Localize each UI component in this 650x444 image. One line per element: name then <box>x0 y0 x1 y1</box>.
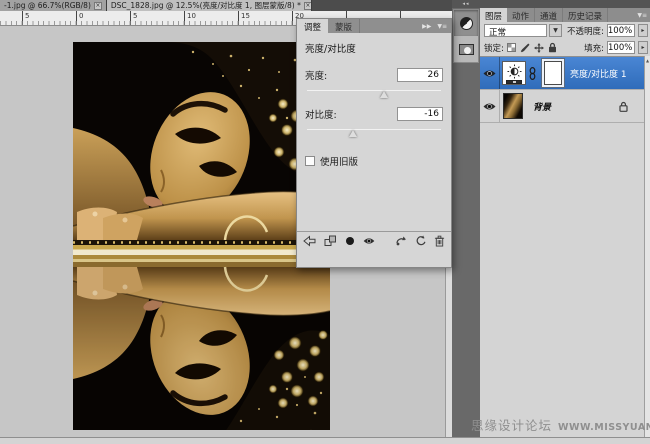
panel-menu-icon[interactable]: ▼≡ <box>637 12 647 19</box>
use-legacy-label: 使用旧版 <box>320 157 359 168</box>
adjustment-title: 亮度/对比度 <box>305 44 356 55</box>
eye-icon <box>483 70 496 76</box>
masks-icon <box>458 43 474 55</box>
document-tab-1[interactable]: -1.jpg @ 66.7%(RGB/8) × <box>0 0 107 11</box>
layer-name[interactable]: 亮度/对比度 1 <box>570 67 627 80</box>
tab-masks[interactable]: 蒙版 <box>328 19 361 33</box>
delete-adjustment-icon[interactable] <box>434 235 445 247</box>
panel-menu-icon[interactable]: ▼≡ <box>437 23 447 30</box>
tab-history[interactable]: 历史记录 <box>563 8 609 22</box>
layers-panel: 图层 动作 通道 历史记录 ▼≡ 正常 ▼ 不透明度: 100% ▸ 锁定: 填… <box>480 0 650 437</box>
visibility-toggle[interactable] <box>480 57 500 89</box>
blend-mode-select[interactable]: 正常 <box>484 24 547 38</box>
ruler-label: 5 <box>133 12 138 20</box>
close-icon[interactable]: × <box>93 1 102 10</box>
brightness-slider-track <box>307 90 441 91</box>
contrast-label: 对比度: <box>305 110 337 121</box>
ruler-label: 0 <box>79 12 84 20</box>
watermark: 思缘设计论坛 www.missyuan.com <box>471 415 650 434</box>
fill-spinner-icon[interactable]: ▸ <box>638 41 648 54</box>
brightness-contrast-body: 亮度/对比度 亮度: 26 对比度: -16 使用旧版 <box>297 33 451 249</box>
adjustments-panel: 调整 蒙版 ▶▶ ▼≡ 亮度/对比度 亮度: 26 对比度: -16 使用旧版 <box>296 18 452 268</box>
eye-icon[interactable] <box>363 237 375 245</box>
brightness-label: 亮度: <box>305 71 328 82</box>
return-to-adjustment-list-icon[interactable] <box>303 234 316 247</box>
golden-portrait-with-reflection <box>73 42 330 430</box>
watermark-site-name: 思缘设计论坛 <box>471 418 553 433</box>
opacity-field[interactable]: 100% <box>606 24 635 37</box>
link-mask-icon[interactable] <box>529 66 536 80</box>
use-legacy-row: 使用旧版 <box>305 154 443 168</box>
contrast-slider[interactable] <box>305 126 443 137</box>
document-tab-1-label: -1.jpg @ 66.7%(RGB/8) <box>4 1 91 10</box>
lock-all-icon[interactable] <box>548 42 557 53</box>
dock-grip-icon[interactable]: ◂◂ <box>452 0 480 8</box>
layer-row-background[interactable]: 背景 <box>480 90 644 123</box>
photoshop-window: -1.jpg @ 66.7%(RGB/8) × DSC_1828.jpg @ 1… <box>0 0 650 444</box>
close-icon[interactable]: × <box>303 1 311 10</box>
tab-actions[interactable]: 动作 <box>507 8 536 22</box>
contrast-value-field[interactable]: -16 <box>397 107 443 121</box>
visibility-toggle[interactable] <box>480 90 500 122</box>
opacity-label: 不透明度: <box>567 26 604 37</box>
layer-visibility-icon[interactable] <box>345 236 355 246</box>
lock-label: 锁定: <box>484 43 504 54</box>
ruler-label: 5 <box>25 12 30 20</box>
layer-mask-thumbnail[interactable] <box>544 61 562 85</box>
document-tab-bar: -1.jpg @ 66.7%(RGB/8) × DSC_1828.jpg @ 1… <box>0 0 455 11</box>
use-legacy-checkbox[interactable] <box>305 156 315 166</box>
scroll-up-icon[interactable]: ▲ <box>646 58 649 63</box>
background-layer-thumbnail[interactable] <box>503 93 523 119</box>
layers-panel-tabs: 图层 动作 通道 历史记录 ▼≡ <box>480 8 650 22</box>
adjustments-panel-button[interactable] <box>454 10 478 36</box>
document-tab-2-label: DSC_1828.jpg @ 12.5%(亮度/对比度 1, 图层蒙版/8) * <box>110 1 301 10</box>
watermark-site-url: www.missyuan.com <box>558 422 650 433</box>
contrast-slider-track <box>307 129 441 130</box>
contrast-slider-thumb[interactable] <box>349 130 358 137</box>
reset-icon[interactable] <box>415 235 426 246</box>
eye-icon <box>483 103 496 109</box>
view-previous-state-icon[interactable] <box>395 235 407 246</box>
collapse-panel-icon[interactable]: ▶▶ <box>422 23 431 30</box>
ruler-label: 15 <box>241 12 250 20</box>
mirror-frame-bar <box>73 240 330 267</box>
clip-to-layer-icon[interactable] <box>324 235 337 247</box>
mini-slider-icon <box>506 80 522 84</box>
window-bottom-edge <box>0 437 650 444</box>
layer-row-adjustment[interactable]: 亮度/对比度 1 <box>480 57 644 90</box>
brightness-value-field[interactable]: 26 <box>397 68 443 82</box>
document-tab-2[interactable]: DSC_1828.jpg @ 12.5%(亮度/对比度 1, 图层蒙版/8) *… <box>106 0 312 11</box>
tab-adjustments[interactable]: 调整 <box>297 19 329 33</box>
chevron-down-icon[interactable]: ▼ <box>549 24 562 37</box>
photo-image <box>73 42 330 430</box>
masks-panel-button[interactable] <box>454 36 478 62</box>
tab-channels[interactable]: 通道 <box>535 8 564 22</box>
brightness-icon <box>506 64 522 79</box>
brightness-contrast-thumbnail[interactable] <box>502 61 526 85</box>
blend-mode-row: 正常 ▼ 不透明度: 100% ▸ <box>480 22 650 39</box>
layers-scrollbar[interactable]: ▲ <box>644 56 650 437</box>
lock-pixels-brush-icon[interactable] <box>520 43 530 53</box>
adjustments-toolbar <box>297 231 451 249</box>
panel-dock-header <box>480 0 650 8</box>
layer-name[interactable]: 背景 <box>533 100 551 113</box>
fill-field[interactable]: 100% <box>607 41 635 54</box>
brightness-slider-thumb[interactable] <box>379 91 388 98</box>
brightness-slider[interactable] <box>305 87 443 98</box>
fill-label: 填充: <box>584 43 604 54</box>
adjustments-panel-tabs: 调整 蒙版 ▶▶ ▼≡ <box>297 19 451 33</box>
adjustments-icon <box>459 16 473 30</box>
ruler-label: 10 <box>187 12 196 20</box>
lock-fill-row: 锁定: 填充: 100% ▸ <box>480 39 650 56</box>
panel-dock: ◂◂ <box>452 0 480 437</box>
background-lock-icon <box>619 101 628 112</box>
lock-transparency-icon[interactable] <box>506 43 516 52</box>
lock-position-move-icon[interactable] <box>533 42 544 53</box>
opacity-spinner-icon[interactable]: ▸ <box>637 24 648 37</box>
tab-layers[interactable]: 图层 <box>480 8 508 22</box>
dock-buttons <box>453 9 479 63</box>
